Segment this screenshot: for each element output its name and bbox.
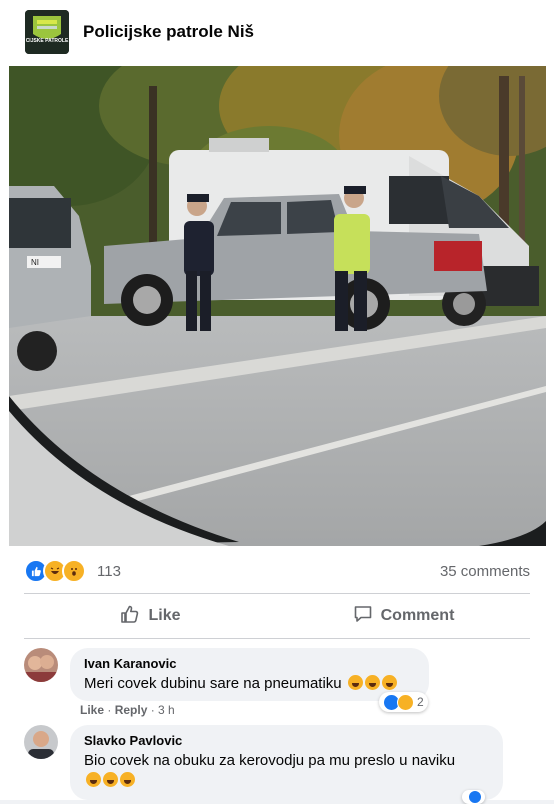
comment-item: Slavko Pavlovic Bio covek na obuku za ke… (24, 725, 503, 800)
comment-reactions[interactable] (462, 790, 485, 804)
post-actions: Like Comment (24, 598, 530, 634)
post-stats: 113 35 comments (24, 558, 530, 584)
license-plate-text: NI (31, 258, 39, 267)
divider-bottom (24, 638, 530, 639)
post-photo[interactable]: NI (9, 66, 546, 546)
divider-top (24, 593, 530, 594)
comment-author[interactable]: Slavko Pavlovic (84, 733, 489, 748)
comment-reaction-count: 2 (417, 695, 424, 709)
comment-bubble: Slavko Pavlovic Bio covek na obuku za ke… (70, 725, 503, 800)
comment-time[interactable]: 3 h (158, 703, 175, 717)
comments-count[interactable]: 35 comments (440, 563, 530, 580)
avatar[interactable] (24, 648, 58, 682)
comment-like-link[interactable]: Like (80, 703, 104, 717)
wow-reaction-icon (62, 559, 86, 583)
laughing-emoji-icon (381, 675, 397, 690)
laughing-emoji-icon (103, 772, 118, 787)
comment-text: Meri covek dubinu sare na pneumatiku (84, 675, 415, 692)
comment-emojis (84, 772, 489, 790)
page-name[interactable]: Policijske patrole Niš (83, 22, 254, 42)
reactions-count[interactable]: 113 (97, 563, 121, 580)
comment-text-content: Meri covek dubinu sare na pneumatiku (84, 675, 342, 692)
thumbs-up-icon (120, 604, 140, 629)
avatar[interactable] (24, 725, 58, 759)
like-reaction-icon (468, 790, 482, 804)
reaction-icons[interactable] (24, 559, 86, 583)
post-card: CIJSKE PATROLE Policijske patrole Niš NI… (0, 0, 554, 804)
laughing-emoji-icon (120, 772, 135, 787)
laughing-emoji-icon (86, 772, 101, 787)
haha-reaction-icon (397, 693, 414, 711)
comment-label: Comment (380, 607, 455, 624)
comment-button[interactable]: Comment (277, 598, 530, 634)
comment-meta: Like · Reply · 3 h (80, 703, 175, 717)
comment-author[interactable]: Ivan Karanovic (84, 656, 415, 671)
comment-text: Bio covek na obuku za kerovodju pa mu pr… (84, 752, 456, 769)
comment-reactions[interactable]: 2 (379, 692, 428, 712)
comment-item: Ivan Karanovic Meri covek dubinu sare na… (24, 648, 429, 701)
page-avatar[interactable]: CIJSKE PATROLE (25, 10, 69, 54)
post-header: CIJSKE PATROLE Policijske patrole Niš (19, 6, 259, 58)
like-label: Like (148, 607, 181, 624)
comment-bubble: Ivan Karanovic Meri covek dubinu sare na… (70, 648, 429, 701)
laughing-emoji-icon (347, 675, 363, 690)
comment-icon (353, 604, 373, 629)
avatar-caption: CIJSKE PATROLE (25, 38, 69, 44)
laughing-emoji-icon (364, 675, 380, 690)
comment-reply-link[interactable]: Reply (115, 703, 148, 717)
like-button[interactable]: Like (24, 598, 277, 634)
